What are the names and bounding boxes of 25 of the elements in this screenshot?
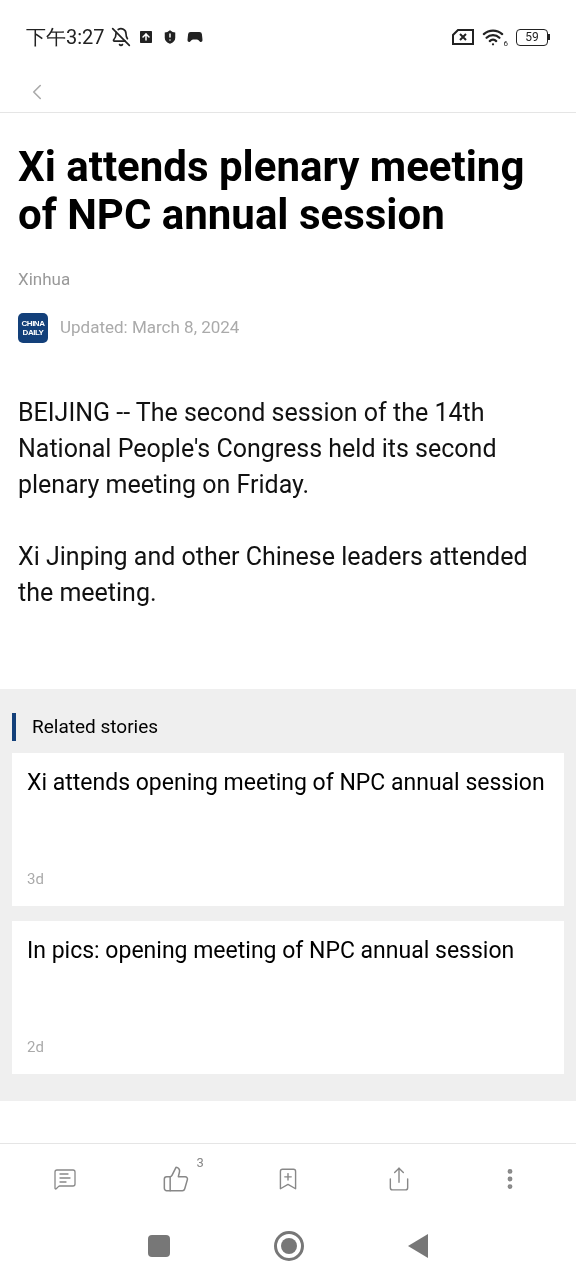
story-age: 3d	[27, 868, 45, 890]
article-paragraph: BEIJING -- The second session of the 14th National People's Congress held its second plenary meeting on Friday.	[18, 396, 498, 501]
muted-bell-icon	[110, 27, 131, 47]
like-count: 3	[196, 1153, 204, 1172]
recents-button[interactable]	[148, 1235, 170, 1257]
story-card[interactable]: Xi attends opening meeting of NPC annual session 3d	[12, 753, 564, 906]
like-button[interactable]	[161, 1164, 190, 1193]
related-heading: Related stories	[32, 713, 159, 740]
battery-icon: 59	[516, 28, 548, 46]
story-card[interactable]: In pics: opening meeting of NPC annual session 2d	[12, 921, 564, 1074]
wifi-label: 6	[503, 40, 508, 48]
article-source: Xinhua	[18, 268, 72, 291]
story-age: 2d	[27, 1036, 45, 1058]
updated-date: Updated: March 8, 2024	[60, 315, 240, 339]
home-button[interactable]	[274, 1231, 304, 1261]
article-title: Xi attends plenary meeting of NPC annual session	[18, 143, 526, 239]
logo-icon: CHINA DAILY	[18, 312, 48, 343]
story-title: In pics: opening meeting of NPC annual session	[27, 936, 516, 966]
back-nav-button[interactable]	[408, 1234, 428, 1258]
no-sim-icon	[451, 29, 474, 45]
status-time: 下午3:27	[26, 24, 105, 51]
comment-button[interactable]	[52, 1166, 77, 1191]
wifi-icon	[481, 26, 504, 48]
story-title: Xi attends opening meeting of NPC annual session	[27, 768, 546, 798]
article-paragraph: Xi Jinping and other Chinese leaders attended the meeting.	[18, 540, 529, 609]
